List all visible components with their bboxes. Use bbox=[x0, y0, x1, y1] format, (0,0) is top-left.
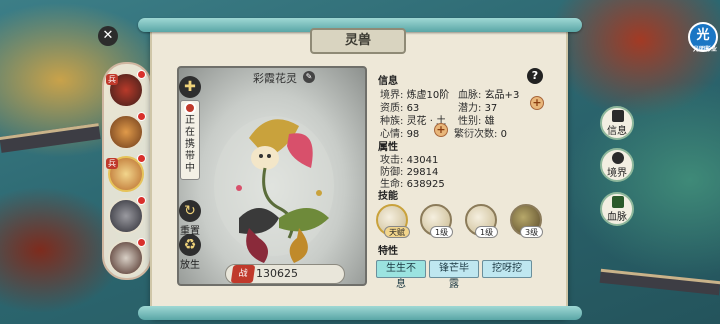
combat-power-value: 130625 bbox=[256, 267, 298, 280]
beast-notice-dot bbox=[137, 196, 146, 205]
info-header: 信息 bbox=[378, 76, 398, 87]
realm-tab-icon bbox=[612, 152, 624, 164]
trait-3[interactable]: 挖呀挖 bbox=[482, 260, 532, 278]
scroll-rod-bottom bbox=[138, 306, 582, 320]
release-control[interactable]: ♻ 放生 bbox=[178, 234, 202, 271]
beast-notice-dot bbox=[137, 238, 146, 247]
close-button[interactable]: ✕ bbox=[98, 26, 118, 46]
skill-level-1: 天赋 bbox=[384, 226, 410, 238]
tab-info-label: 信息 bbox=[607, 126, 627, 137]
beast-portrait bbox=[177, 66, 367, 286]
skills-header: 技能 bbox=[378, 191, 398, 202]
add-icon-wrapper[interactable]: ✚ bbox=[178, 76, 202, 98]
edit-name-icon[interactable]: ✎ bbox=[303, 71, 315, 83]
reset-icon[interactable]: ↻ bbox=[179, 200, 201, 222]
plus-icon[interactable]: ✚ bbox=[179, 76, 201, 98]
beast-tag-3: 兵 bbox=[106, 158, 118, 169]
traits-header: 特性 bbox=[378, 246, 398, 257]
info-tab-icon bbox=[612, 110, 624, 122]
tab-bloodline-label: 血脉 bbox=[607, 212, 627, 223]
trait-1[interactable]: 生生不息 bbox=[376, 260, 426, 290]
corner-badge-caption: 光明影业 bbox=[692, 46, 717, 53]
beast-notice-dot bbox=[137, 70, 146, 79]
combat-power-badge: 战 bbox=[230, 265, 256, 283]
release-icon[interactable]: ♻ bbox=[179, 234, 201, 256]
beast-tag-1: 兵 bbox=[106, 74, 118, 85]
help-icon[interactable]: ? bbox=[527, 68, 543, 84]
corner-logo-badge[interactable]: 光 光明影业 bbox=[688, 22, 718, 53]
info-breed-count: 繁衍次数: 0 bbox=[454, 129, 507, 140]
skill-level-4: 3级 bbox=[520, 226, 544, 238]
corner-badge-char: 光 bbox=[696, 28, 710, 43]
tab-realm-label: 境界 bbox=[607, 168, 627, 179]
flower-spirit-illustration bbox=[214, 116, 334, 263]
trait-2[interactable]: 锋芒毕露 bbox=[429, 260, 479, 290]
beast-notice-dot bbox=[137, 154, 146, 163]
panel-title: 灵兽 bbox=[310, 28, 406, 54]
skill-level-3: 1级 bbox=[475, 226, 499, 238]
mood-plus-button[interactable]: + bbox=[434, 123, 448, 137]
skill-level-2: 1级 bbox=[430, 226, 454, 238]
status-dot bbox=[184, 102, 196, 114]
reset-control[interactable]: ↻ 重置 bbox=[178, 200, 202, 237]
release-label: 放生 bbox=[180, 260, 200, 271]
beast-notice-dot bbox=[137, 112, 146, 121]
potential-plus-button[interactable]: + bbox=[530, 96, 544, 110]
beast-name: 彩霞花灵 bbox=[253, 72, 297, 85]
bloodline-tab-icon bbox=[612, 196, 624, 208]
